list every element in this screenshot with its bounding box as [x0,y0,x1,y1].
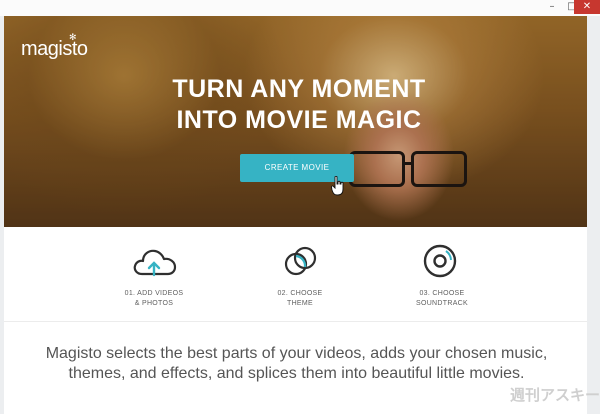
section-divider [4,321,587,322]
hero-photo-detail [411,151,467,187]
magisto-logo[interactable]: magisto ✻ [21,32,88,61]
cloud-upload-icon [133,249,177,277]
overlapping-circles-icon [284,246,317,276]
description-line1: Magisto selects the best parts of your v… [45,345,548,362]
hero-headline-line1: TURN ANY MOMENT [172,75,426,103]
window-titlebar [0,0,600,16]
step-add-videos-label: 01. ADD VIDEOS & PHOTOS [124,290,184,307]
hero-headline-line2: INTO MOVIE MAGIC [176,106,422,134]
watermark-text: 週刊アスキー [510,386,600,404]
hero-photo-detail [402,162,412,165]
logo-star-icon: ✻ [69,32,77,42]
hero-banner: magisto ✻ TURN ANY MOMENT INTO MOVIE MAG… [4,16,587,227]
close-button[interactable]: ✕ [574,0,600,14]
window-frame-right [587,16,600,414]
step-choose-soundtrack-label: 03. CHOOSE SOUNDTRACK [415,290,468,307]
step-choose-theme-label: 02. CHOOSE THEME [277,290,323,307]
hero-photo-detail [349,151,405,187]
description-line2: themes, and effects, and splices them in… [68,365,525,382]
hand-cursor-icon [331,176,344,196]
logo-text: magisto [21,38,88,60]
disc-icon [423,244,457,278]
